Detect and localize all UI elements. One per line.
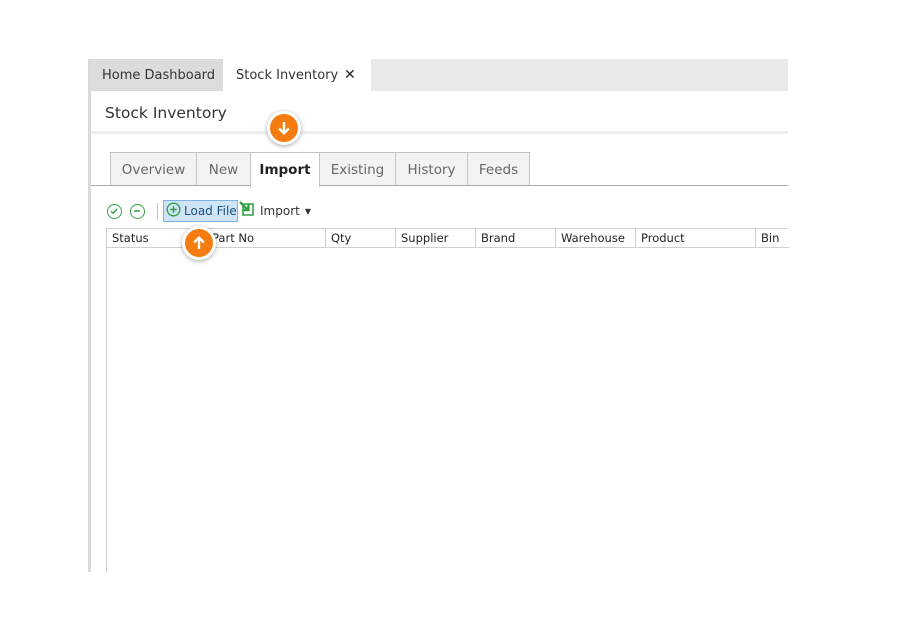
- doc-tab-stock-inventory[interactable]: Stock Inventory ✕: [223, 59, 371, 91]
- minus-circle-icon[interactable]: [130, 204, 145, 219]
- load-file-label: Load File: [184, 204, 237, 218]
- import-dropdown-button[interactable]: Import ▼: [239, 200, 311, 222]
- close-icon[interactable]: ✕: [344, 68, 356, 82]
- tab-label: New: [208, 161, 239, 178]
- tab-new[interactable]: New: [196, 152, 251, 186]
- import-grid: Status Part No Qty Supplier Brand Wareho…: [106, 228, 789, 572]
- plus-circle-icon: [166, 201, 181, 221]
- app-window: Home Dashboard Stock Inventory ✕ Stock I…: [88, 59, 789, 572]
- document-tab-bar: Home Dashboard Stock Inventory ✕: [91, 59, 788, 91]
- column-header-warehouse[interactable]: Warehouse: [556, 229, 636, 248]
- import-arrow-icon: [239, 200, 257, 222]
- arrow-up-icon: [182, 226, 216, 260]
- load-file-button[interactable]: Load File: [163, 200, 238, 222]
- column-header-bin[interactable]: Bin: [756, 229, 789, 248]
- caret-down-icon: ▼: [304, 207, 311, 216]
- page-title: Stock Inventory: [105, 104, 227, 122]
- arrow-down-icon: [267, 111, 301, 145]
- column-header-product[interactable]: Product: [636, 229, 756, 248]
- tab-history[interactable]: History: [395, 152, 468, 186]
- tab-label: Overview: [121, 161, 186, 178]
- doc-tab-label: Stock Inventory: [236, 67, 339, 83]
- tab-overview[interactable]: Overview: [110, 152, 197, 186]
- column-header-qty[interactable]: Qty: [326, 229, 396, 248]
- title-divider: [91, 131, 788, 134]
- doc-tab-home-dashboard[interactable]: Home Dashboard: [91, 59, 223, 91]
- tab-label: Feeds: [478, 161, 519, 178]
- tab-import[interactable]: Import: [250, 152, 320, 187]
- tab-feeds[interactable]: Feeds: [467, 152, 530, 186]
- check-circle-icon[interactable]: [107, 204, 122, 219]
- tab-label: Existing: [330, 161, 385, 178]
- toolbar: Load File Import ▼: [91, 199, 788, 223]
- tab-label: History: [407, 161, 456, 178]
- tab-label: Import: [259, 162, 311, 178]
- column-header-brand[interactable]: Brand: [476, 229, 556, 248]
- doc-tab-label: Home Dashboard: [102, 67, 216, 83]
- tab-strip-border: [91, 185, 788, 186]
- column-header-supplier[interactable]: Supplier: [396, 229, 476, 248]
- import-label: Import: [260, 204, 300, 218]
- toolbar-separator: [157, 203, 158, 220]
- column-header-part-no[interactable]: Part No: [207, 229, 326, 248]
- tab-existing[interactable]: Existing: [319, 152, 396, 186]
